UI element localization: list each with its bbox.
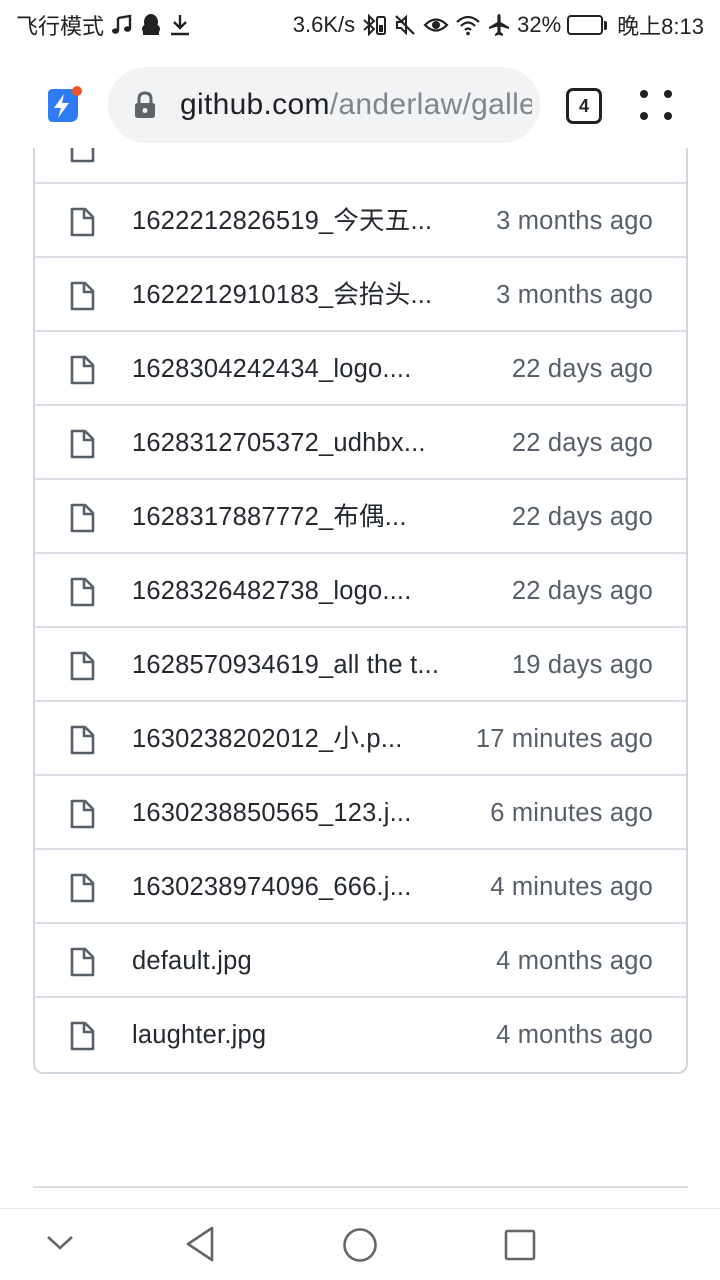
file-icon [69, 148, 95, 163]
file-commit-age: 22 days ago [511, 503, 653, 531]
file-icon [69, 207, 95, 237]
file-row[interactable]: 1622212910183_会抬头... 3 months ago [35, 258, 686, 332]
file-commit-age: 22 days ago [511, 577, 653, 605]
eye-icon [423, 15, 449, 35]
url-host: github.com [180, 88, 330, 121]
address-bar[interactable]: github.com/anderlaw/gallery [108, 67, 540, 143]
file-icon [69, 355, 95, 385]
file-commit-age: 3 months ago [496, 281, 653, 309]
file-name-link[interactable]: 1628312705372_udhbx... [132, 406, 426, 480]
file-row[interactable]: 1628570934619_all the t... 19 days ago [35, 628, 686, 702]
file-row[interactable]: laughter.jpg 4 months ago [35, 998, 686, 1072]
file-name-link[interactable]: laughter.jpg [132, 998, 266, 1072]
browser-toolbar: github.com/anderlaw/gallery 4 [0, 60, 720, 150]
file-name-link[interactable]: 1630238974096_666.j... [132, 850, 412, 924]
qq-penguin-icon [140, 13, 162, 37]
url-path: /anderlaw/gallery [329, 88, 532, 121]
file-name-link[interactable]: 1622212826519_今天五... [132, 184, 432, 258]
file-name-link[interactable]: default.jpg [132, 924, 252, 998]
file-commit-age: 17 minutes ago [475, 725, 653, 753]
file-name-link[interactable]: 1630238850565_123.j... [132, 776, 412, 850]
file-commit-age: 4 months ago [496, 947, 653, 975]
file-icon [69, 503, 95, 533]
file-commit-age: 4 minutes ago [490, 873, 653, 901]
file-icon [69, 799, 95, 829]
recents-square-icon[interactable] [504, 1229, 536, 1266]
browser-logo-icon[interactable] [42, 86, 82, 126]
net-speed: 3.6K/s [292, 12, 356, 37]
airplane-mode-label: 飞行模式 [16, 14, 105, 39]
file-icon [69, 725, 95, 755]
file-name-link[interactable]: 1630238202012_小.p... [132, 702, 403, 776]
status-bar: 飞行模式 3.6K/s 32% 晚上8:13 [0, 0, 720, 50]
file-row[interactable]: 1628317887772_布偶... 22 days ago [35, 480, 686, 554]
file-icon [69, 873, 95, 903]
file-name-link[interactable]: 1628304242434_logo.... [132, 332, 412, 406]
file-icon [69, 1021, 95, 1051]
file-row[interactable]: 1630238202012_小.p... 17 minutes ago [35, 702, 686, 776]
file-icon [69, 947, 95, 977]
file-commit-age: 19 days ago [511, 651, 653, 679]
file-commit-age: 3 months ago [496, 207, 653, 235]
file-row[interactable]: 1630238850565_123.j... 6 minutes ago [35, 776, 686, 850]
file-commit-age: 4 months ago [496, 1021, 653, 1049]
file-row[interactable]: 1628304242434_logo.... 22 days ago [35, 332, 686, 406]
lock-icon [134, 91, 156, 124]
file-name-link[interactable]: 1622212910183_会抬头... [132, 258, 432, 332]
airplane-icon [487, 13, 511, 37]
footer-divider [33, 1186, 688, 1188]
file-row[interactable]: 1628312705372_udhbx... 22 days ago [35, 406, 686, 480]
battery-icon [567, 15, 608, 35]
file-name-link[interactable]: 1628317887772_布偶... [132, 480, 407, 554]
file-commit-age: 6 minutes ago [490, 799, 653, 827]
file-commit-age: 22 days ago [511, 429, 653, 457]
bluetooth-battery-icon [361, 13, 387, 37]
status-right: 3.6K/s 32% 晚上8:13 [293, 9, 704, 41]
file-row[interactable]: 1628326482738_logo.... 22 days ago [35, 554, 686, 628]
system-nav-bar [0, 1208, 720, 1280]
file-name-link[interactable]: 1628570934619_all the t... [132, 628, 439, 702]
clock: 晚上8:13 [617, 14, 704, 39]
battery-percent: 32% [517, 12, 562, 37]
file-icon [69, 577, 95, 607]
url-text[interactable]: github.com/anderlaw/gallery [180, 67, 532, 143]
wifi-icon [455, 14, 481, 36]
music-note-icon [111, 14, 133, 36]
file-row[interactable] [35, 148, 686, 184]
file-icon [69, 429, 95, 459]
mute-icon [393, 13, 417, 37]
file-row[interactable]: default.jpg 4 months ago [35, 924, 686, 998]
file-row[interactable]: 1630238974096_666.j... 4 minutes ago [35, 850, 686, 924]
download-icon [169, 13, 191, 37]
tab-switcher-button[interactable]: 4 [566, 88, 602, 124]
file-icon [69, 651, 95, 681]
status-left: 飞行模式 [16, 9, 191, 41]
home-circle-icon[interactable] [342, 1227, 378, 1268]
file-commit-age: 22 days ago [511, 355, 653, 383]
chevron-down-icon[interactable] [44, 1231, 76, 1260]
file-list: 1622212826519_今天五... 3 months ago 16222129… [33, 148, 688, 1074]
file-row[interactable]: 1622212826519_今天五... 3 months ago [35, 184, 686, 258]
file-name-link[interactable]: 1628326482738_logo.... [132, 554, 412, 628]
file-icon [69, 281, 95, 311]
menu-grid-icon[interactable] [638, 86, 674, 126]
back-triangle-icon[interactable] [184, 1225, 216, 1268]
